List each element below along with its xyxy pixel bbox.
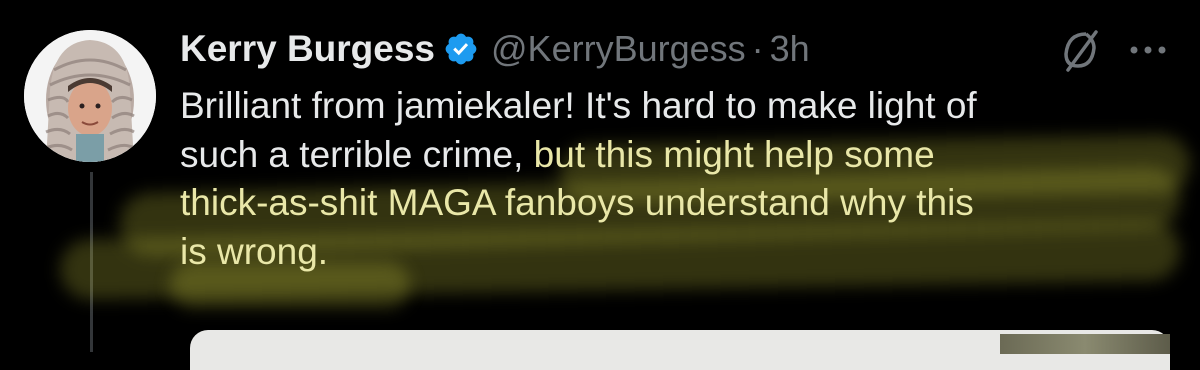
tweet-text-line: such a terrible crime, but this might he…: [180, 131, 1180, 180]
avatar-image: [24, 30, 156, 162]
highlighted-text-segment: thick-as-shit MAGA fanboys understand wh…: [180, 182, 974, 223]
author-name[interactable]: Kerry Burgess: [180, 28, 435, 70]
media-preview-image-edge: [1000, 334, 1170, 354]
tweet-text-line: thick-as-shit MAGA fanboys understand wh…: [180, 179, 1180, 228]
highlighted-text-segment: is wrong.: [180, 230, 329, 272]
tweet-text-line: is wrong.: [180, 228, 1180, 277]
text-segment: such a terrible crime,: [180, 133, 524, 175]
highlighted-text-segment: but this might help some: [523, 133, 935, 175]
tweet-time[interactable]: 3h: [770, 28, 810, 70]
grok-icon[interactable]: [1056, 26, 1104, 74]
text-segment: Brilliant from jamiekaler! It's hard to …: [180, 85, 977, 126]
tweet-header: Kerry Burgess @KerryBurgess · 3h: [180, 18, 810, 80]
avatar[interactable]: [24, 30, 156, 162]
more-options-icon[interactable]: [1126, 30, 1170, 70]
separator-dot: ·: [751, 28, 764, 69]
author-handle[interactable]: @KerryBurgess: [491, 28, 746, 70]
tweet-text-line: Brilliant from jamiekaler! It's hard to …: [180, 82, 1180, 131]
verified-badge-icon: [443, 31, 479, 67]
tweet-text: Brilliant from jamiekaler! It's hard to …: [180, 82, 1180, 276]
